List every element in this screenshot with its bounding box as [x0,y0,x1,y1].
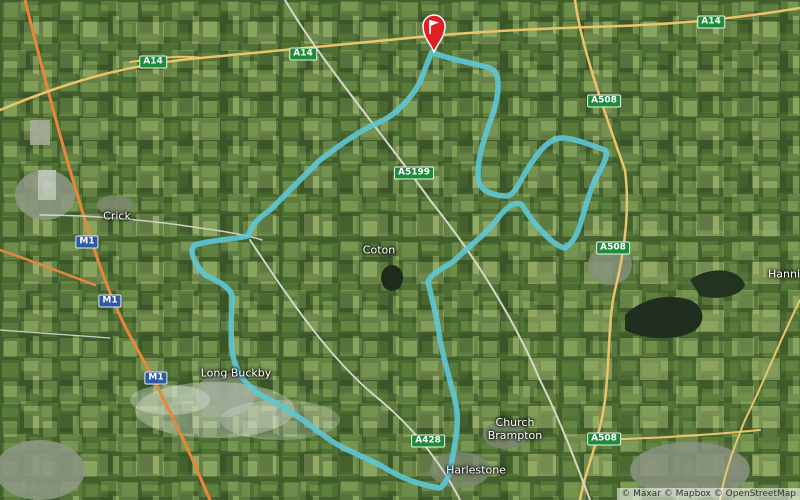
road-label-a508-south: A508 [587,432,621,446]
road-label-a508-mid: A508 [596,241,630,255]
place-label-crick: Crick [103,209,131,223]
place-label-church-brampton: Church Brampton [487,416,543,442]
map-attribution[interactable]: © Maxar © Mapbox © OpenStreetMap [617,488,800,500]
road-label-a14-west: A14 [139,55,167,69]
road-label-a14-east: A14 [697,15,725,29]
road-label-a14-mid: A14 [289,47,317,61]
road-label-m1-south: M1 [144,371,168,385]
road-label-m1-mid: M1 [98,294,122,308]
road-label-a508-north: A508 [587,94,621,108]
road-label-m1-north: M1 [75,235,99,249]
place-label-hanni: Hanni [767,267,800,281]
satellite-basemap [0,0,800,500]
place-label-long-buckby: Long Buckby [200,366,272,380]
map-view[interactable]: A14 A14 A14 A508 A5199 A508 A508 A428 M1… [0,0,800,500]
place-label-coton: Coton [362,243,396,257]
flag-icon[interactable] [421,13,447,53]
road-label-a5199: A5199 [393,166,435,180]
road-label-a428: A428 [411,434,445,448]
place-label-harlestone: Harlestone [446,463,506,477]
